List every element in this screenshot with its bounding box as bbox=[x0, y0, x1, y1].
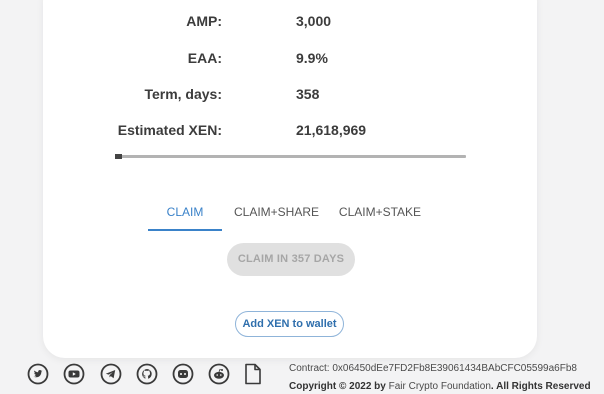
discord-icon[interactable] bbox=[172, 363, 194, 385]
mint-card: AMP: 3,000 EAA: 9.9% Term, days: 358 Est… bbox=[43, 0, 537, 358]
contract-address[interactable]: Contract: 0x06450dEe7FD2Fb8E39061434BAbC… bbox=[289, 363, 577, 374]
stat-label: Term, days: bbox=[144, 86, 222, 102]
stat-value: 21,618,969 bbox=[296, 122, 367, 138]
stat-estimated-xen: Estimated XEN: 21,618,969 bbox=[43, 120, 537, 140]
copyright-prefix: Copyright © 2022 by bbox=[289, 381, 389, 392]
github-icon[interactable] bbox=[136, 363, 158, 385]
stat-value: 3,000 bbox=[296, 13, 332, 29]
stat-eaa: EAA: 9.9% bbox=[43, 48, 537, 68]
youtube-icon[interactable] bbox=[63, 363, 85, 385]
claim-button[interactable]: CLAIM IN 357 DAYS bbox=[227, 243, 355, 276]
copyright-notice: Copyright © 2022 by Fair Crypto Foundati… bbox=[289, 381, 591, 392]
term-progress-bar bbox=[115, 154, 466, 159]
stat-value: 9.9% bbox=[296, 50, 328, 66]
term-progress-fill bbox=[115, 154, 123, 159]
tab-claim-share[interactable]: CLAIM+SHARE bbox=[234, 199, 319, 231]
copyright-org-link[interactable]: Fair Crypto Foundation bbox=[389, 381, 491, 392]
stat-value: 358 bbox=[296, 86, 320, 102]
twitter-icon[interactable] bbox=[27, 363, 49, 385]
add-xen-to-wallet-button[interactable]: Add XEN to wallet bbox=[235, 311, 344, 337]
stat-amp: AMP: 3,000 bbox=[43, 11, 537, 31]
tab-claim[interactable]: CLAIM bbox=[148, 199, 222, 231]
stat-label: AMP: bbox=[186, 13, 222, 29]
stat-term: Term, days: 358 bbox=[43, 84, 537, 104]
reddit-icon[interactable] bbox=[208, 363, 230, 385]
tab-claim-stake[interactable]: CLAIM+STAKE bbox=[338, 199, 422, 231]
telegram-icon[interactable] bbox=[100, 363, 122, 385]
stat-label: Estimated XEN: bbox=[117, 122, 222, 138]
stat-label: EAA: bbox=[187, 50, 222, 66]
copyright-suffix: . All Rights Reserved bbox=[490, 381, 591, 392]
document-icon[interactable] bbox=[244, 363, 262, 385]
